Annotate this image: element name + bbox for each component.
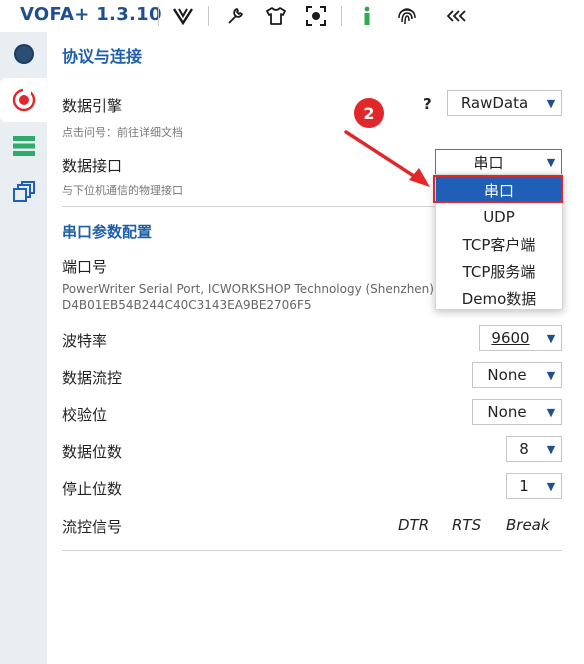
parity-select[interactable]: None ▼ <box>472 399 562 425</box>
annotation-highlight-box <box>433 175 563 203</box>
toolbar-divider <box>208 6 209 26</box>
databits-value: 8 <box>519 440 529 458</box>
chevron-down-icon: ▼ <box>546 368 556 382</box>
databits-label: 数据位数 <box>62 443 123 461</box>
annotation-step-badge: 2 <box>354 98 384 128</box>
top-toolbar: VOFA+ 1.3.10 <box>0 0 584 32</box>
stopbits-label: 停止位数 <box>62 480 123 498</box>
port-label: 端口号 <box>62 258 108 276</box>
toolbar-divider <box>341 6 342 26</box>
windows-icon[interactable] <box>0 170 47 214</box>
baud-value: 9600 <box>491 329 530 347</box>
dropdown-option-tcp-server[interactable]: TCP服务端 <box>436 258 562 284</box>
parity-label: 校验位 <box>62 406 108 424</box>
baud-label: 波特率 <box>62 332 108 350</box>
flow-signal-label: 流控信号 <box>62 518 123 536</box>
chevron-down-icon: ▼ <box>546 442 556 456</box>
serial-section-title: 串口参数配置 <box>62 223 153 241</box>
dtr-toggle[interactable]: DTR <box>398 516 429 534</box>
tshirt-icon[interactable] <box>264 4 288 28</box>
data-list-icon[interactable] <box>0 124 47 168</box>
protocol-section-title: 协议与连接 <box>62 47 143 66</box>
engine-help-button[interactable]: ? <box>423 95 432 113</box>
dropdown-option-udp[interactable]: UDP <box>436 204 562 230</box>
toolbar-divider <box>158 6 159 26</box>
interface-hint: 与下位机通信的物理接口 <box>62 184 183 197</box>
vofa-logo-icon[interactable] <box>171 4 195 28</box>
chevron-down-icon: ▼ <box>546 96 556 110</box>
parity-value: None <box>487 403 527 421</box>
dropdown-option-tcp-client[interactable]: TCP客户端 <box>436 231 562 257</box>
dropdown-option-demo[interactable]: Demo数据 <box>436 285 562 311</box>
wrench-icon[interactable] <box>223 4 247 28</box>
interface-label: 数据接口 <box>62 157 123 175</box>
sidebar <box>0 32 47 664</box>
engine-select[interactable]: RawData ▼ <box>447 90 562 116</box>
stopbits-select[interactable]: 1 ▼ <box>506 473 562 499</box>
chevron-down-icon: ▼ <box>546 405 556 419</box>
flow-control-value: None <box>487 366 527 384</box>
interface-select[interactable]: 串口 ▼ <box>435 149 562 175</box>
collapse-icon[interactable] <box>445 4 469 28</box>
interface-value: 串口 <box>473 153 504 172</box>
engine-value: RawData <box>460 94 529 112</box>
connection-status-icon[interactable] <box>0 32 47 76</box>
flow-control-select[interactable]: None ▼ <box>472 362 562 388</box>
port-id: D4B01EB54B244C40C3143EA9BE2706F5 <box>62 298 312 312</box>
chevron-down-icon: ▼ <box>546 155 556 169</box>
screenshot-icon[interactable] <box>304 4 328 28</box>
section-divider <box>62 550 562 551</box>
break-toggle[interactable]: Break <box>506 516 550 534</box>
baud-select[interactable]: 9600 ▼ <box>479 325 562 351</box>
engine-hint: 点击问号：前往详细文档 <box>62 126 183 139</box>
engine-label: 数据引擎 <box>62 97 123 115</box>
chevron-down-icon: ▼ <box>546 479 556 493</box>
port-name: PowerWriter Serial Port, ICWORKSHOP Tech… <box>62 282 442 296</box>
flow-control-label: 数据流控 <box>62 369 123 387</box>
fingerprint-icon[interactable] <box>395 4 419 28</box>
info-icon[interactable] <box>355 4 379 28</box>
protocol-connection-icon[interactable] <box>0 78 47 122</box>
chevron-down-icon: ▼ <box>546 331 556 345</box>
app-title: VOFA+ 1.3.10 <box>20 4 162 25</box>
port-description[interactable]: PowerWriter Serial Port, ICWORKSHOP Tech… <box>62 281 442 313</box>
stopbits-value: 1 <box>519 477 529 495</box>
databits-select[interactable]: 8 ▼ <box>506 436 562 462</box>
rts-toggle[interactable]: RTS <box>452 516 481 534</box>
